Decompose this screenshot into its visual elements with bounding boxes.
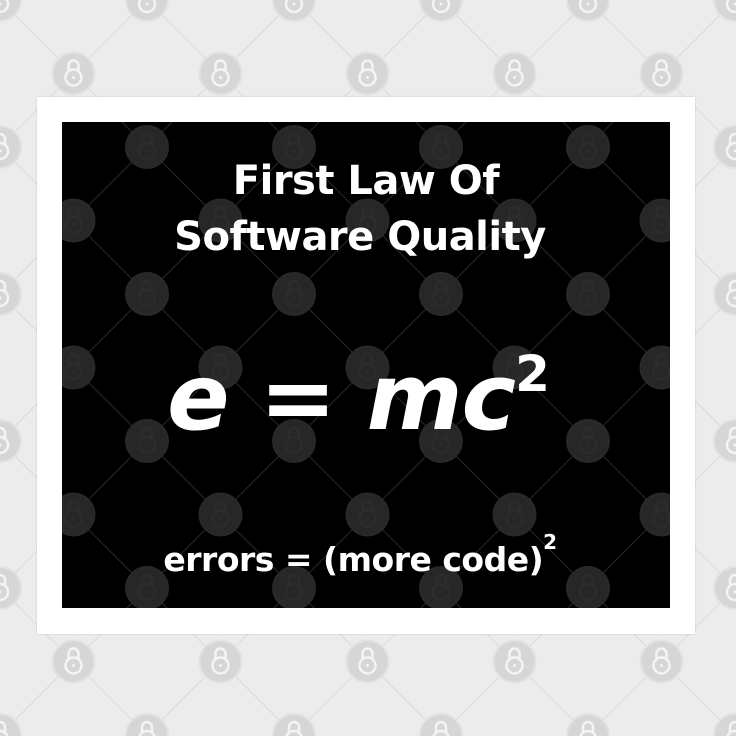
equation-base: e = mc: [167, 344, 516, 451]
equation-exponent: 2: [515, 345, 550, 403]
footer-equation: errors = (more code)2: [62, 530, 664, 579]
title-line-1: First Law Of: [232, 158, 500, 204]
title-line-2: Software Quality: [174, 214, 546, 260]
footer-exponent: 2: [543, 530, 557, 554]
equation: e = mc2: [62, 344, 662, 451]
poster-board: First Law Of Software Quality e = mc2 er…: [62, 122, 670, 608]
footer-base: errors = (more code): [163, 540, 544, 579]
